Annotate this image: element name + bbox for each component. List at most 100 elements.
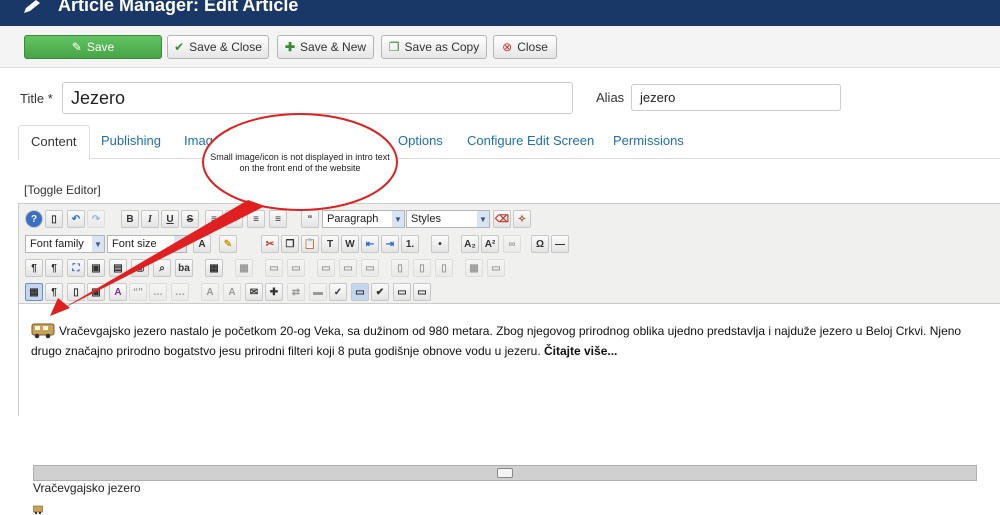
save-new-button[interactable]: ✚ Save & New xyxy=(277,35,374,59)
align-right-icon[interactable]: ≡ xyxy=(247,210,265,228)
table-delete-icon[interactable]: ▦ xyxy=(235,259,253,277)
editor-toolbar: ? ▯ ↶ ↷ B I U S ≡ ≡ ≡ ≡ “ Paragraph ▼ St… xyxy=(19,204,1000,304)
underline-icon[interactable]: U xyxy=(161,210,179,228)
show-blocks-icon[interactable]: ¶ xyxy=(45,283,63,301)
del-icon[interactable]: A xyxy=(201,283,219,301)
cut-icon[interactable]: ✂ xyxy=(261,235,279,253)
insert-file-icon[interactable]: ▯ xyxy=(67,283,85,301)
preview-icon[interactable]: ▣ xyxy=(87,259,105,277)
save-copy-button[interactable]: ❐ Save as Copy xyxy=(381,35,487,59)
edit-icon: ✎ xyxy=(71,40,82,54)
outdent-icon[interactable]: ⇤ xyxy=(361,235,379,253)
save-button[interactable]: ✎ Save xyxy=(24,35,162,59)
ltr-icon[interactable]: ¶ xyxy=(25,259,43,277)
layer-icon[interactable]: ✚ xyxy=(265,283,283,301)
cleanup-broom-icon[interactable]: ✧ xyxy=(513,210,531,228)
attribs-icon[interactable]: ✉ xyxy=(245,283,263,301)
read-more-link[interactable]: Čitajte više... xyxy=(544,344,617,358)
tab-content[interactable]: Content xyxy=(18,125,90,160)
title-input[interactable]: Jezero xyxy=(62,82,573,114)
highlight-icon[interactable]: ✎ xyxy=(219,235,237,253)
styles-select[interactable]: Styles ▼ xyxy=(406,210,490,228)
cite-icon[interactable]: “” xyxy=(129,283,147,301)
tab-publishing[interactable]: Publishing xyxy=(101,133,161,148)
align-left-icon[interactable]: ≡ xyxy=(205,210,223,228)
table-icon[interactable]: ▦ xyxy=(205,259,223,277)
font-size-select[interactable]: Font size ▼ xyxy=(107,235,187,253)
tab-configure-edit-screen[interactable]: Configure Edit Screen xyxy=(467,133,594,148)
action-toolbar: ✎ Save ✔ Save & Close ✚ Save & New ❐ Sav… xyxy=(0,26,1000,68)
copy-icon[interactable]: ❐ xyxy=(281,235,299,253)
horizontal-rule-icon[interactable]: — xyxy=(551,235,569,253)
new-document-icon[interactable]: ▯ xyxy=(45,210,63,228)
paste-word-icon[interactable]: W xyxy=(341,235,359,253)
pagebreak-icon[interactable]: ▭ xyxy=(351,283,369,301)
bullet-list-icon[interactable]: • xyxy=(431,235,449,253)
search-icon[interactable]: ⌕ xyxy=(153,259,171,277)
italic-icon[interactable]: I xyxy=(141,210,159,228)
page-title: Article Manager: Edit Article xyxy=(58,0,299,15)
link-icon[interactable]: ∞ xyxy=(503,235,521,253)
editor-content-area[interactable]: Vračevgajsko jezero nastalo je početkom … xyxy=(19,305,1000,515)
blockquote-icon[interactable]: “ xyxy=(301,210,319,228)
close-button[interactable]: ⊗ Close xyxy=(493,35,557,59)
toggle-editor-link[interactable]: [Toggle Editor] xyxy=(24,183,101,197)
col-before-icon[interactable]: ▯ xyxy=(391,259,409,277)
merge-cells-icon[interactable]: ▭ xyxy=(487,259,505,277)
move-layer-icon[interactable]: ⇄ xyxy=(287,283,305,301)
acronym-icon[interactable]: … xyxy=(171,283,189,301)
indent-icon[interactable]: ⇥ xyxy=(381,235,399,253)
save-close-button[interactable]: ✔ Save & Close xyxy=(167,35,269,59)
style-props-icon[interactable]: A xyxy=(109,283,127,301)
eraser-icon[interactable]: ⌫ xyxy=(493,210,511,228)
ins-icon[interactable]: A xyxy=(223,283,241,301)
tab-options[interactable]: Options xyxy=(398,133,443,148)
print-icon[interactable]: ⎙ xyxy=(131,259,149,277)
absolute-icon[interactable]: ▬ xyxy=(309,283,327,301)
cell-props-icon[interactable]: ▭ xyxy=(287,259,305,277)
col-after-icon[interactable]: ▯ xyxy=(413,259,431,277)
paste-icon[interactable]: 📋 xyxy=(301,235,319,253)
undo-icon[interactable]: ↶ xyxy=(67,210,85,228)
pencil-icon xyxy=(24,0,40,13)
row-props-icon[interactable]: ▭ xyxy=(265,259,283,277)
alias-input[interactable]: jezero xyxy=(631,84,841,111)
text-color-icon[interactable]: A xyxy=(193,235,211,253)
insert-image-icon[interactable]: ▣ xyxy=(87,283,105,301)
row-after-icon[interactable]: ▭ xyxy=(339,259,357,277)
paste-text-icon[interactable]: T xyxy=(321,235,339,253)
font-family-select[interactable]: Font family ▼ xyxy=(25,235,105,253)
superscript-icon[interactable]: A² xyxy=(481,235,499,253)
rtl-icon[interactable]: ¶ xyxy=(45,259,63,277)
chevron-down-icon: ▼ xyxy=(392,211,404,227)
check-icon: ✔ xyxy=(174,40,185,54)
replace-icon[interactable]: ba xyxy=(175,259,193,277)
tab-images[interactable]: Imag xyxy=(184,133,213,148)
abbr-icon[interactable]: … xyxy=(149,283,167,301)
bold-icon[interactable]: B xyxy=(121,210,139,228)
readmore-icon[interactable]: ✔ xyxy=(371,283,389,301)
align-center-icon[interactable]: ≡ xyxy=(225,210,243,228)
tab-permissions[interactable]: Permissions xyxy=(613,133,684,148)
redo-icon[interactable]: ↷ xyxy=(87,210,105,228)
align-justify-icon[interactable]: ≡ xyxy=(269,210,287,228)
title-label: Title * xyxy=(20,91,53,106)
delete-col-icon[interactable]: ▯ xyxy=(435,259,453,277)
source-code-icon[interactable]: ▭ xyxy=(413,283,431,301)
page-header: Article Manager: Edit Article xyxy=(0,0,1000,26)
help-icon[interactable]: ? xyxy=(25,210,43,228)
special-char-icon[interactable]: Ω xyxy=(531,235,549,253)
format-select[interactable]: Paragraph ▼ xyxy=(322,210,405,228)
numbered-list-icon[interactable]: 1. xyxy=(401,235,419,253)
row-before-icon[interactable]: ▭ xyxy=(317,259,335,277)
fullscreen-icon[interactable]: ⛶ xyxy=(67,259,85,277)
split-cells-icon[interactable]: ▦ xyxy=(465,259,483,277)
template-html-icon[interactable]: ▭ xyxy=(393,283,411,301)
strikethrough-icon[interactable]: S xyxy=(181,210,199,228)
delete-row-icon[interactable]: ▭ xyxy=(361,259,379,277)
spellcheck-icon[interactable]: ✓ xyxy=(329,283,347,301)
visual-aid-icon[interactable]: ▦ xyxy=(25,283,43,301)
template-icon[interactable]: ▤ xyxy=(109,259,127,277)
subscript-icon[interactable]: A₂ xyxy=(461,235,479,253)
separator-handle xyxy=(497,468,513,478)
